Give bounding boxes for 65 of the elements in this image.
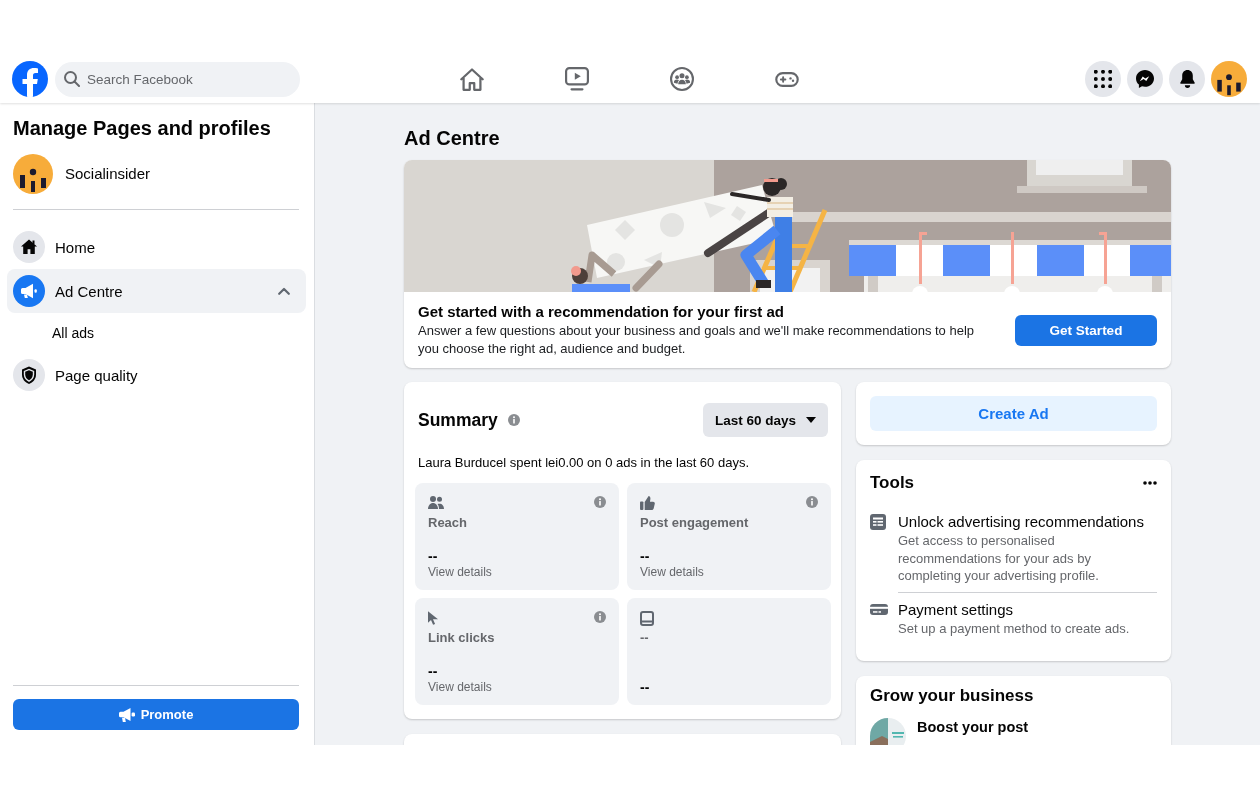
chat-icon xyxy=(1136,70,1154,88)
people-icon xyxy=(428,496,444,509)
info-icon[interactable] xyxy=(594,496,606,508)
menu-icon xyxy=(1094,70,1112,88)
video-icon[interactable] xyxy=(565,67,589,91)
tools-title: Tools xyxy=(870,472,915,494)
search-field[interactable]: Search Facebook xyxy=(55,61,300,97)
banner-title: Get started with a recommendation for your first ad xyxy=(418,302,785,322)
tool-description: Set up a payment method to create ads. xyxy=(898,619,1131,637)
sidebar-item[interactable]: Ad Centre xyxy=(7,269,306,313)
gamepad-icon[interactable] xyxy=(775,71,799,87)
chevron-icon[interactable] xyxy=(278,287,290,295)
boost-post-title[interactable]: Boost your post xyxy=(917,717,1029,737)
thumbs-up-icon xyxy=(640,496,655,510)
logo-icon[interactable] xyxy=(12,61,48,97)
sidebar-subitem[interactable]: All ads xyxy=(7,313,306,353)
search-icon xyxy=(64,71,80,87)
metric-value: -- xyxy=(640,548,650,564)
tool-title[interactable]: Payment settings xyxy=(898,599,1157,620)
metric-label: Link clicks xyxy=(428,629,495,647)
megaphone-icon xyxy=(13,275,45,307)
more-icon[interactable] xyxy=(1143,481,1157,485)
create-ad-button[interactable]: Create Ad xyxy=(870,396,1157,431)
home-icon xyxy=(13,231,45,263)
page-name[interactable]: Socialinsider xyxy=(65,164,151,184)
home-icon[interactable] xyxy=(460,67,484,91)
group-icon[interactable] xyxy=(670,67,694,91)
banner-description: Answer a few questions about your business and goals and we'll make recommendations to help you choose the right ad, audience and budget. xyxy=(418,322,976,358)
menu-button[interactable] xyxy=(1085,61,1121,97)
cursor-icon xyxy=(428,611,438,625)
info-icon[interactable] xyxy=(594,611,606,623)
info-icon[interactable] xyxy=(806,496,818,508)
shield-icon xyxy=(13,359,45,391)
get-started-button[interactable]: Get Started xyxy=(1015,314,1157,346)
tablet-icon xyxy=(640,611,654,626)
chat-button[interactable] xyxy=(1127,61,1163,97)
metric-value: -- xyxy=(428,548,438,564)
grow-title: Grow your business xyxy=(870,685,1035,707)
megaphone-icon xyxy=(118,706,135,723)
notifications-button[interactable] xyxy=(1169,61,1205,97)
info-icon[interactable] xyxy=(507,414,520,426)
metric-label: Reach xyxy=(428,514,468,532)
metric-label: Post engagement xyxy=(640,514,749,532)
promote-button[interactable]: Promote xyxy=(13,699,299,730)
tool-description: Get access to personalised recommendations for your ads by completing your advertising profile. xyxy=(898,532,1100,585)
bell-icon xyxy=(1179,70,1195,88)
spend-summary-text: Laura Burducel spent lei0.00 on 0 ads in the last 60 days. xyxy=(418,455,750,471)
sidebar-title: Manage Pages and profiles xyxy=(13,116,271,140)
metric-value: -- xyxy=(428,663,438,679)
tool-title[interactable]: Unlock advertising recommendations xyxy=(898,512,1157,532)
sidebar-item[interactable]: Home xyxy=(7,225,306,269)
view-details-link[interactable]: View details xyxy=(640,564,704,580)
view-details-link[interactable]: View details xyxy=(428,564,492,580)
page-title: Ad Centre xyxy=(404,126,500,150)
view-details-link[interactable]: View details xyxy=(428,679,492,695)
sidebar-item[interactable]: Page quality xyxy=(7,353,306,397)
credit-card-icon xyxy=(870,604,888,615)
list-icon xyxy=(870,514,886,530)
period-dropdown[interactable]: Last 60 days xyxy=(702,403,828,437)
metric-label: -- xyxy=(640,629,649,647)
page-avatar[interactable] xyxy=(13,154,53,194)
caret-icon xyxy=(806,417,816,423)
summary-title: Summary xyxy=(418,409,498,431)
metric-value: -- xyxy=(640,679,650,695)
profile-avatar[interactable] xyxy=(1211,61,1247,97)
